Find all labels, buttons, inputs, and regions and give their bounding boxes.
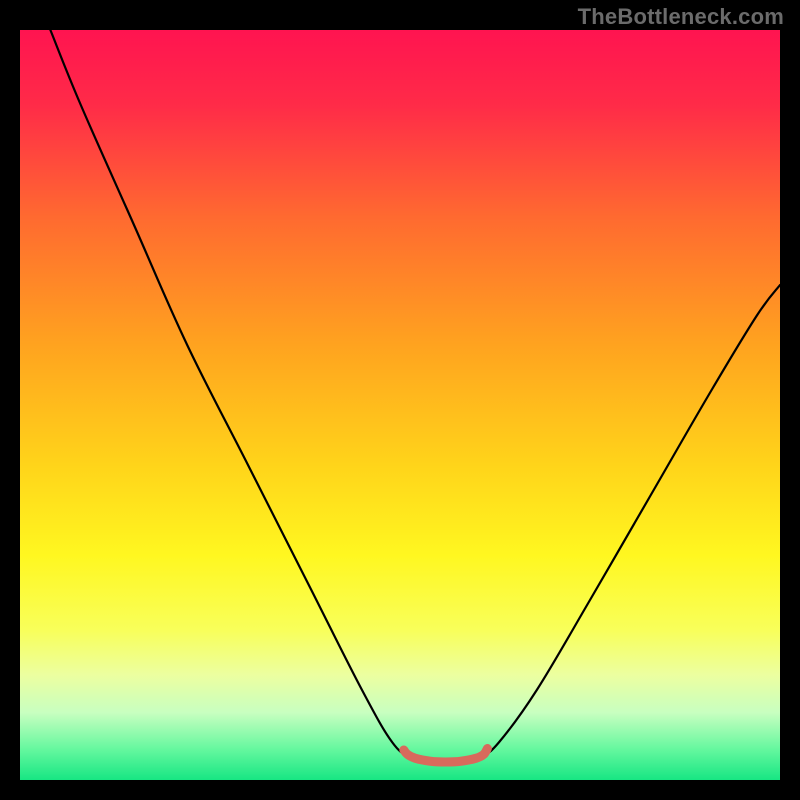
frame-bottom [0,780,800,800]
chart-canvas: TheBottleneck.com [0,0,800,800]
chart-svg [0,0,800,800]
gradient-background [20,30,780,780]
watermark-text: TheBottleneck.com [578,4,784,30]
frame-right [780,0,800,800]
frame-left [0,0,20,800]
